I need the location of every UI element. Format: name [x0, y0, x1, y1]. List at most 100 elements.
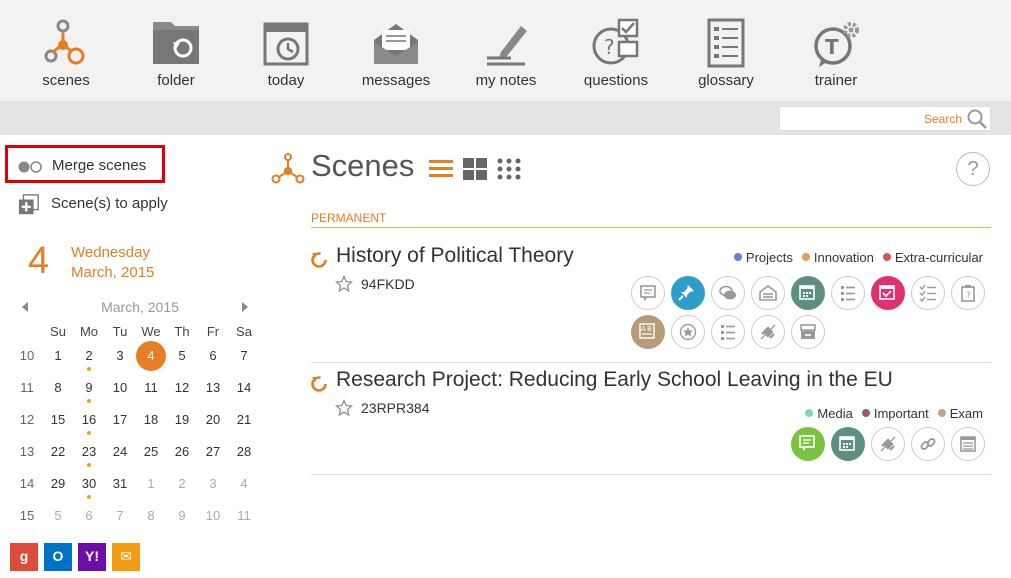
calendar-day[interactable]: 23: [74, 442, 104, 472]
share-icon-label: g: [19, 548, 29, 564]
calendar-day[interactable]: 8: [136, 506, 166, 536]
yahoo-share-icon[interactable]: Y!: [78, 543, 106, 571]
list-tool[interactable]: [831, 276, 865, 310]
help-button[interactable]: ?: [956, 152, 990, 186]
chat-tool[interactable]: [711, 276, 745, 310]
calendar-day[interactable]: 6: [74, 506, 104, 536]
calendar-day[interactable]: 11: [229, 506, 259, 536]
nav-glossary[interactable]: glossary: [676, 0, 776, 101]
clipboard-question-icon: ?: [961, 285, 975, 302]
star-badge-tool[interactable]: [671, 315, 705, 349]
nav-messages[interactable]: messages: [346, 0, 446, 101]
nav-trainer[interactable]: T trainer: [786, 0, 886, 101]
nav-folder[interactable]: folder: [126, 0, 226, 101]
calendar-day[interactable]: 11: [136, 378, 166, 408]
checklist-tool[interactable]: [911, 276, 945, 310]
nav-my-notes[interactable]: my notes: [456, 0, 556, 101]
calendar-day[interactable]: 7: [229, 346, 259, 376]
merge-scenes-button[interactable]: Merge scenes: [5, 145, 165, 183]
nav-questions[interactable]: ? questions: [566, 0, 666, 101]
tag-label[interactable]: Important: [861, 406, 929, 421]
calendar-day[interactable]: 17: [105, 410, 135, 440]
calendar-day[interactable]: 30: [74, 474, 104, 504]
calendar-day[interactable]: 28: [229, 442, 259, 472]
calendar-day[interactable]: 19: [167, 410, 197, 440]
archive-tool[interactable]: [791, 315, 825, 349]
calendar-day-selected[interactable]: 4: [136, 341, 166, 376]
tag-label[interactable]: Media: [805, 406, 853, 421]
list-view-icon[interactable]: [429, 158, 453, 180]
calendar-day[interactable]: 5: [43, 506, 73, 536]
calendar-day[interactable]: 27: [198, 442, 228, 472]
clipboard-question-tool[interactable]: ?: [951, 276, 985, 310]
calendar-day[interactable]: 2: [74, 346, 104, 376]
inbox-tool[interactable]: [751, 276, 785, 310]
tag-label[interactable]: Extra-curricular: [882, 250, 983, 265]
search-input[interactable]: Search: [779, 106, 991, 131]
calendar-tool[interactable]: [831, 427, 865, 461]
calendar-day[interactable]: 13: [198, 378, 228, 408]
calendar-day[interactable]: 7: [105, 506, 135, 536]
pin-tool[interactable]: [671, 276, 705, 310]
calendar-day[interactable]: 26: [167, 442, 197, 472]
link-off-tool[interactable]: [871, 427, 905, 461]
calendar-tool[interactable]: [791, 276, 825, 310]
comment-note-tool[interactable]: [791, 427, 825, 461]
calendar-day[interactable]: 9: [74, 378, 104, 408]
tag-text: Important: [873, 406, 929, 421]
nav-questions-label: questions: [583, 72, 649, 89]
calendar-day[interactable]: 16: [74, 410, 104, 440]
calendar-day[interactable]: 31: [105, 474, 135, 504]
star-icon[interactable]: [335, 275, 353, 293]
calendar-check-tool[interactable]: [871, 276, 905, 310]
link-icon: [920, 438, 936, 450]
calendar-day[interactable]: 6: [198, 346, 228, 376]
calendar-day[interactable]: 4: [229, 474, 259, 504]
star-icon[interactable]: [335, 399, 353, 417]
calendar-day[interactable]: 3: [105, 346, 135, 376]
calendar-day[interactable]: 25: [136, 442, 166, 472]
scene-title[interactable]: History of Political Theory: [336, 244, 574, 268]
nav-scenes[interactable]: scenes: [16, 0, 116, 101]
link-tool[interactable]: [911, 427, 945, 461]
calendar-day-label: 19: [174, 412, 190, 427]
calendar-day[interactable]: 5: [167, 346, 197, 376]
calendar-day[interactable]: 8: [43, 378, 73, 408]
google-share-icon[interactable]: g: [10, 543, 38, 571]
calendar-day[interactable]: 10: [105, 378, 135, 408]
tag-label[interactable]: Innovation: [801, 250, 874, 265]
email-share-icon[interactable]: ✉: [112, 543, 140, 571]
tag-color-icon: [801, 253, 810, 261]
calendar-day[interactable]: 18: [136, 410, 166, 440]
tile-view-icon[interactable]: [497, 158, 521, 180]
list-tool-2[interactable]: [711, 315, 745, 349]
calendar-day[interactable]: 12: [167, 378, 197, 408]
calendar-day[interactable]: 29: [43, 474, 73, 504]
grid-view-icon[interactable]: [463, 158, 487, 180]
table-tool[interactable]: [951, 427, 985, 461]
calendar-day[interactable]: 10: [198, 506, 228, 536]
calendar-day[interactable]: 1: [43, 346, 73, 376]
calendar-day[interactable]: 15: [43, 410, 73, 440]
comment-note-tool[interactable]: [631, 276, 665, 310]
nav-trainer-label: trainer: [814, 72, 858, 89]
link-off-tool[interactable]: [751, 315, 785, 349]
calendar-next-icon[interactable]: [242, 302, 248, 312]
search-icon[interactable]: [966, 108, 988, 130]
calendar-day[interactable]: 22: [43, 442, 73, 472]
tag-label[interactable]: Projects: [733, 250, 793, 265]
ab-glossary-tool[interactable]: AB: [631, 315, 665, 349]
calendar-day[interactable]: 24: [105, 442, 135, 472]
scene-title[interactable]: Research Project: Reducing Early School …: [336, 368, 893, 392]
calendar-day[interactable]: 9: [167, 506, 197, 536]
calendar-day[interactable]: 20: [198, 410, 228, 440]
calendar-day[interactable]: 2: [167, 474, 197, 504]
calendar-day[interactable]: 3: [198, 474, 228, 504]
calendar-day-label: 9: [178, 508, 186, 523]
calendar-day[interactable]: 14: [229, 378, 259, 408]
tag-label[interactable]: Exam: [937, 406, 983, 421]
nav-today[interactable]: today: [236, 0, 336, 101]
calendar-day[interactable]: 21: [229, 410, 259, 440]
outlook-share-icon[interactable]: O: [44, 543, 72, 571]
calendar-day[interactable]: 1: [136, 474, 166, 504]
